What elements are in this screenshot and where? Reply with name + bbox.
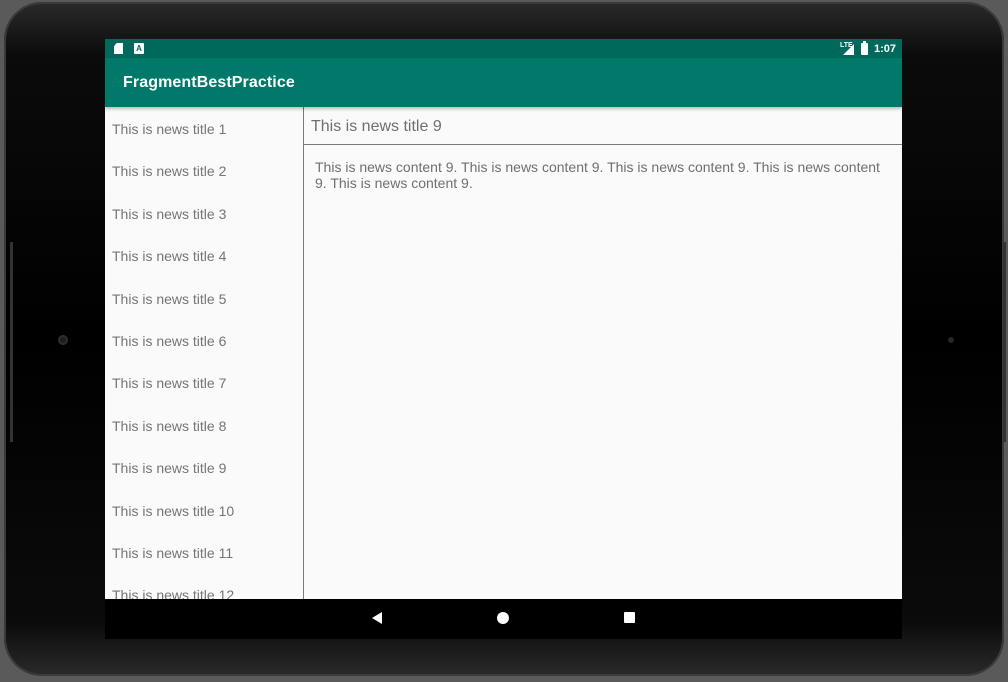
recents-icon[interactable] bbox=[624, 612, 635, 623]
news-title-item-4[interactable]: This is news title 4 bbox=[105, 234, 303, 276]
status-time: 1:07 bbox=[874, 43, 897, 55]
navigation-bar bbox=[105, 599, 902, 639]
front-camera bbox=[58, 335, 68, 345]
power-button bbox=[1003, 242, 1006, 442]
news-title-item-2[interactable]: This is news title 2 bbox=[105, 149, 303, 191]
status-bar: A LTE 1:07 bbox=[105, 39, 902, 58]
news-title-item-9[interactable]: This is news title 9 bbox=[105, 446, 303, 488]
battery-icon bbox=[861, 41, 868, 55]
news-content-body: This is news content 9. This is news con… bbox=[315, 159, 880, 191]
news-content-pane: This is news title 9 This is news conten… bbox=[304, 107, 902, 599]
app-bar: FragmentBestPractice bbox=[105, 58, 902, 107]
news-content-title: This is news title 9 bbox=[311, 118, 442, 135]
news-title-item-11[interactable]: This is news title 11 bbox=[105, 531, 303, 573]
news-title-item-8[interactable]: This is news title 8 bbox=[105, 404, 303, 446]
title-divider bbox=[304, 144, 902, 145]
back-icon[interactable] bbox=[372, 612, 382, 624]
sd-card-icon bbox=[114, 43, 123, 54]
sensor bbox=[948, 337, 954, 343]
news-title-item-3[interactable]: This is news title 3 bbox=[105, 192, 303, 234]
screen: A LTE 1:07 FragmentBestPractice This is … bbox=[105, 39, 902, 639]
news-title-list[interactable]: This is news title 1 This is news title … bbox=[105, 107, 303, 599]
notification-a-icon: A bbox=[134, 43, 144, 54]
news-title-item-1[interactable]: This is news title 1 bbox=[105, 107, 303, 149]
news-title-item-5[interactable]: This is news title 5 bbox=[105, 277, 303, 319]
app-title: FragmentBestPractice bbox=[123, 74, 295, 91]
home-icon[interactable] bbox=[497, 612, 509, 624]
news-title-item-10[interactable]: This is news title 10 bbox=[105, 489, 303, 531]
volume-button bbox=[10, 242, 13, 442]
news-title-item-6[interactable]: This is news title 6 bbox=[105, 319, 303, 361]
news-title-item-7[interactable]: This is news title 7 bbox=[105, 361, 303, 403]
news-title-item-12[interactable]: This is news title 12 bbox=[105, 573, 303, 599]
